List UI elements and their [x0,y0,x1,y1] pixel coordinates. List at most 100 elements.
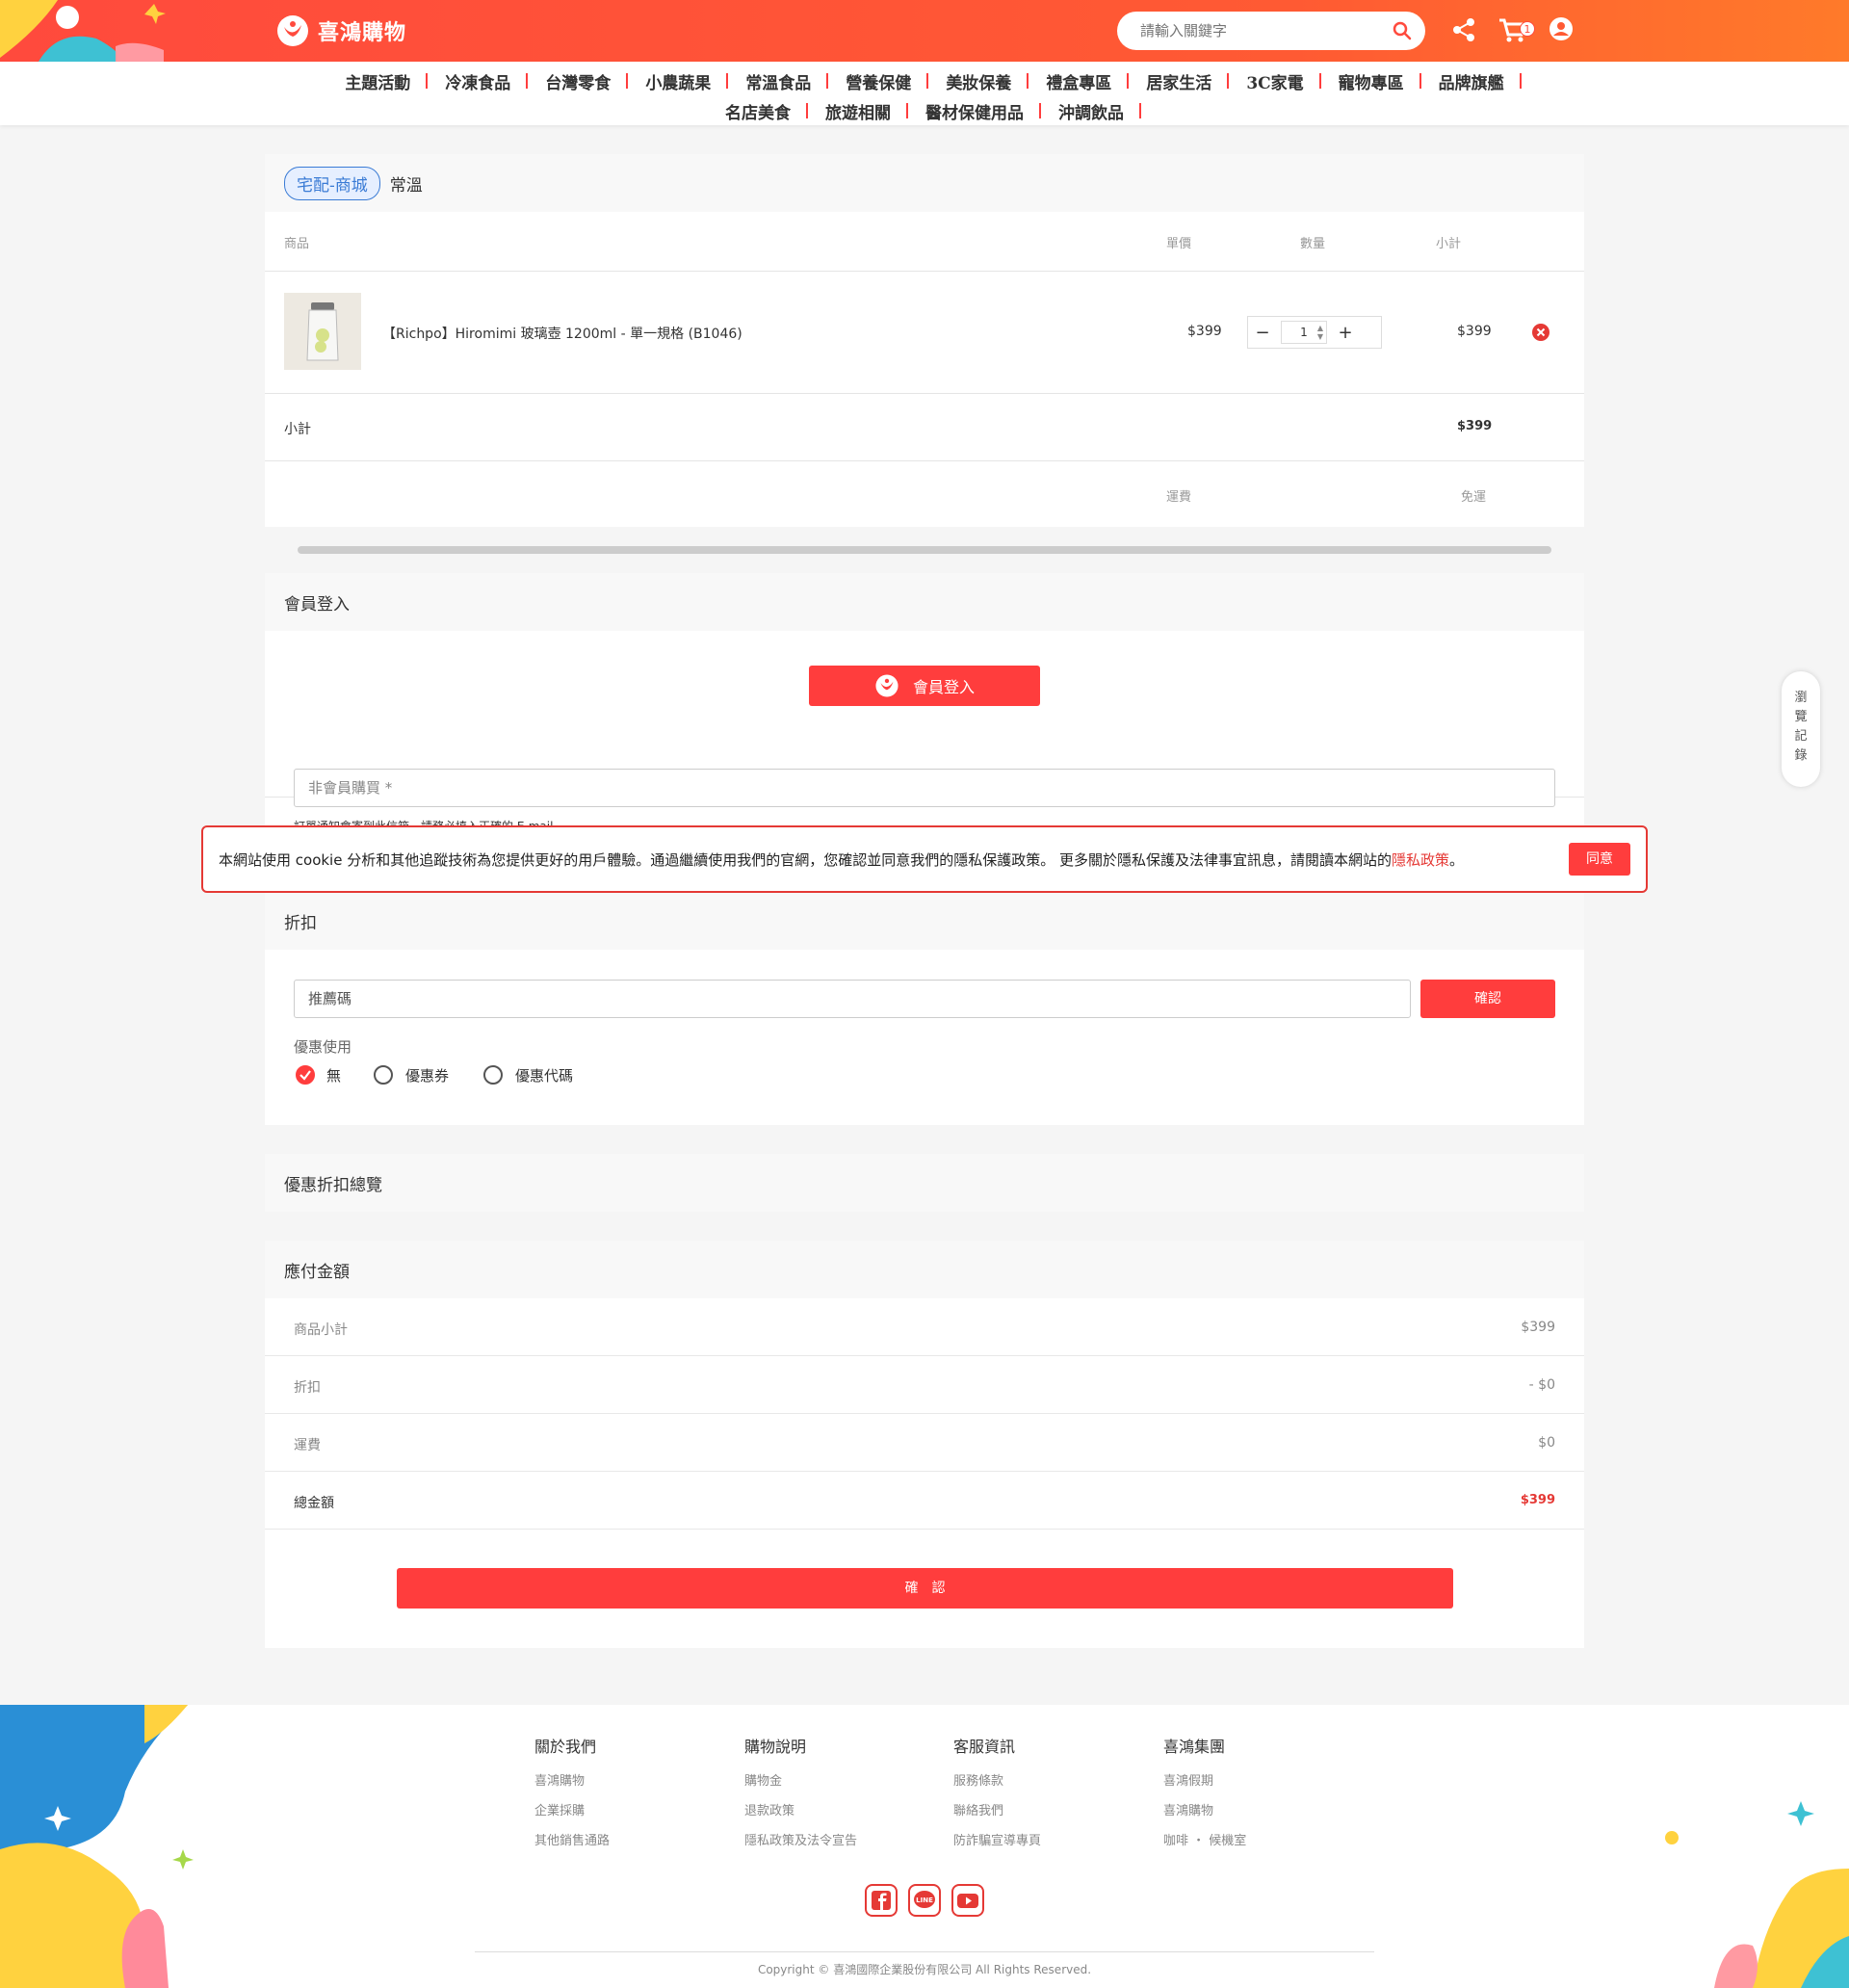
cookie-text: 本網站使用 cookie 分析和其他追蹤技術為您提供更好的用戶體驗。通過繼續使用… [219,850,1465,869]
footer-col-shopping: 購物說明 購物金 退款政策 隱私政策及法令宣告 [744,1738,858,1848]
login-title: 會員登入 [265,573,1584,631]
nav-item[interactable]: 營養保健 [828,69,929,93]
cart-table-header: 商品 單價 數量 小計 [265,212,1584,272]
nav-item[interactable]: 美妝保養 [928,69,1029,93]
item-subtotal: $399 [1457,324,1492,339]
coupon-use-label: 優惠使用 [294,1038,352,1056]
search-bar [1117,12,1425,50]
cart-card-header: 宅配-商城 常溫 [265,154,1584,212]
footer-decoration-left [0,1705,194,1988]
footer-link[interactable]: 企業採購 [534,1800,610,1818]
footer-link[interactable]: 退款政策 [744,1800,857,1818]
delivery-tag: 宅配-商城 [284,166,380,200]
line-icon[interactable]: LINE [908,1884,941,1917]
footer-link[interactable]: 隱私政策及法令宣告 [744,1830,857,1848]
header-decoration [0,0,173,62]
privacy-policy-link[interactable]: 隱私政策 [1392,851,1449,869]
sum-row-shipping: 運費 $0 [265,1414,1584,1472]
nav-item[interactable]: 旅遊相關 [808,99,908,123]
referral-confirm-button[interactable]: 確認 [1420,980,1555,1018]
footer-link[interactable]: 喜鴻假期 [1163,1770,1246,1789]
cart-shipping-row: 運費 免運 [265,461,1584,527]
site-logo[interactable]: 喜鴻購物 [275,13,406,48]
footer-link[interactable]: 喜鴻購物 [1163,1800,1246,1818]
footer-link[interactable]: 購物金 [744,1770,857,1789]
member-login-button[interactable]: 會員登入 [809,666,1040,706]
footer: 關於我們 喜鴻購物 企業採購 其他銷售通路 購物說明 購物金 退款政策 隱私政策… [0,1705,1849,1988]
footer-divider [475,1951,1374,1952]
col-subtotal: 小計 [1436,237,1462,251]
shipping-value: 免運 [1461,490,1487,505]
radio-none-label: 無 [326,1067,342,1085]
subtotal-value: $399 [1457,419,1493,433]
payment-title: 應付金額 [265,1241,1584,1298]
product-name[interactable]: 【Richpo】Hiromimi 玻璃壺 1200ml - 單一規格 (B104… [382,324,742,343]
temperature-label: 常溫 [389,175,423,196]
discount-overview-title: 優惠折扣總覽 [265,1154,1584,1212]
check-icon [299,1070,311,1081]
nav-item[interactable]: 小農蔬果 [628,69,729,93]
browse-history-label: 瀏覽記錄 [1794,691,1808,763]
referral-code-input[interactable]: 推薦碼 [294,980,1411,1018]
youtube-icon[interactable] [951,1884,984,1917]
svg-text:LINE: LINE [916,1896,933,1904]
footer-link[interactable]: 喜鴻購物 [534,1770,610,1789]
nav-item[interactable]: 品牌旗艦 [1421,69,1522,93]
nav-item[interactable]: 禮盒專區 [1029,69,1130,93]
facebook-icon[interactable] [865,1884,898,1917]
nav-item[interactable]: 名店美食 [708,99,808,123]
qty-input[interactable]: 1 ▲ ▼ [1281,321,1327,344]
category-nav: 主題活動 冷凍食品 台灣零食 小農蔬果 常溫食品 營養保健 美妝保養 禮盒專區 居家生活 3C家電… [0,62,1849,125]
radio-coupon[interactable] [374,1065,393,1085]
nav-item[interactable]: 居家生活 [1129,69,1230,93]
footer-link[interactable]: 服務條款 [953,1770,1041,1789]
user-account-icon[interactable] [1550,17,1573,40]
qty-decrease-button[interactable]: − [1248,323,1277,343]
shipping-label: 運費 [1166,490,1192,505]
nav-item[interactable]: 3C家電 [1229,69,1322,93]
browse-history-tab[interactable]: 瀏覽記錄 [1782,671,1820,787]
cart-count-badge: 1 [1520,21,1535,37]
nav-item[interactable]: 主題活動 [327,69,429,93]
discount-card: 折扣 推薦碼 確認 優惠使用 無 優惠券 優惠代碼 [265,892,1584,1125]
checkout-confirm-button[interactable]: 確 認 [397,1568,1453,1609]
col-price: 單價 [1166,237,1192,251]
footer-link[interactable]: 其他銷售通路 [534,1830,610,1848]
sum-row-total: 總金額 $399 [265,1472,1584,1530]
discount-overview-card: 優惠折扣總覽 [265,1154,1584,1212]
guest-email-field[interactable]: 非會員購買 * [294,769,1555,807]
top-header: 喜鴻購物 1 [0,0,1849,62]
nav-item[interactable]: 醫材保健用品 [908,99,1041,123]
quantity-stepper: − 1 ▲ ▼ + [1247,316,1382,349]
nav-item[interactable]: 常溫食品 [728,69,829,93]
nav-item[interactable]: 寵物專區 [1321,69,1421,93]
horizontal-scrollbar[interactable] [298,546,1551,554]
nav-item[interactable]: 冷凍食品 [428,69,529,93]
nav-item[interactable]: 沖調飲品 [1041,99,1141,123]
footer-link[interactable]: 咖啡 ・ 候機室 [1163,1830,1246,1848]
product-thumbnail[interactable] [284,293,361,370]
nav-item[interactable]: 台灣零食 [528,69,629,93]
radio-none[interactable] [296,1065,315,1085]
share-icon[interactable] [1452,17,1475,42]
col-qty: 數量 [1300,237,1326,251]
col-product: 商品 [284,237,310,251]
radio-coupon-code[interactable] [483,1065,503,1085]
cookie-banner: 本網站使用 cookie 分析和其他追蹤技術為您提供更好的用戶體驗。通過繼續使用… [201,825,1648,893]
qty-increase-button[interactable]: + [1331,323,1360,343]
cookie-agree-button[interactable]: 同意 [1569,843,1630,876]
footer-col-service: 客服資訊 服務條款 聯絡我們 防詐騙宣導專頁 [953,1738,1042,1848]
cart-subtotal-row: 小計 $399 [265,394,1584,461]
remove-item-icon[interactable] [1532,324,1550,341]
search-input[interactable] [1117,12,1367,50]
sum-row-discount: 折扣 - $0 [265,1356,1584,1414]
footer-col-group: 喜鴻集團 喜鴻假期 喜鴻購物 咖啡 ・ 候機室 [1163,1738,1247,1848]
login-card: 會員登入 會員登入 非會員購買 * 訂單通知會寄到此信箱，請務必填入正確的 E-… [265,573,1584,833]
footer-link[interactable]: 防詐騙宣導專頁 [953,1830,1041,1848]
radio-coupon-label: 優惠券 [405,1067,450,1085]
footer-col-about: 關於我們 喜鴻購物 企業採購 其他銷售通路 [534,1738,611,1848]
search-icon[interactable] [1393,21,1412,40]
payment-card: 應付金額 商品小計 $399 折扣 - $0 運費 $0 總金額 $399 確 認 [265,1241,1584,1648]
unit-price: $399 [1187,324,1222,339]
footer-link[interactable]: 聯絡我們 [953,1800,1041,1818]
